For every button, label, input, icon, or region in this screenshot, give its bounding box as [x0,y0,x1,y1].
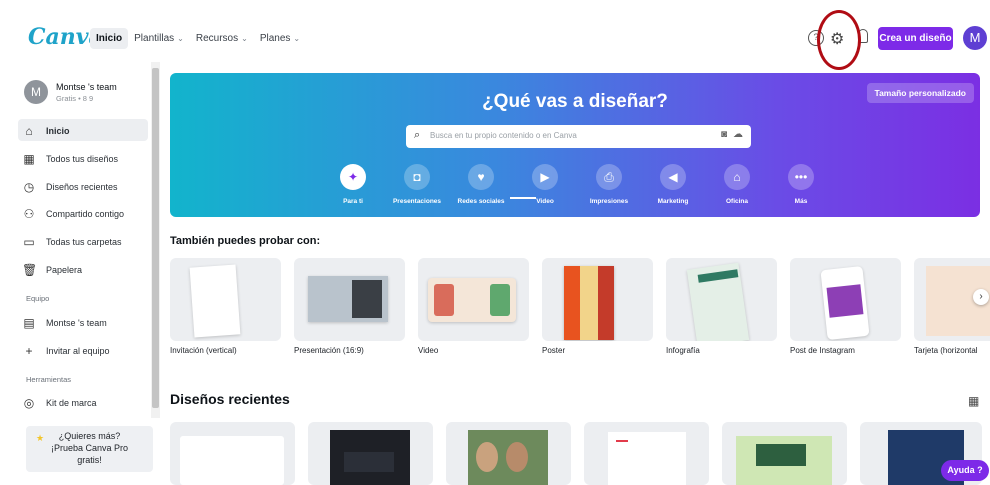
category-mas[interactable]: ••• Más [766,164,836,205]
sidebar-item-team[interactable]: ▤ Montse 's team [22,316,106,330]
template-tile-invitacion[interactable] [170,258,281,341]
nav-planes[interactable]: Planes ⌄ [254,28,306,49]
chevron-down-icon: ⌄ [177,34,184,43]
hero-banner: ¿Qué vas a diseñar? Tamaño personalizado… [170,73,980,217]
recent-design-card[interactable] [170,422,295,485]
upload-cloud-icon[interactable]: ☁ [733,129,743,140]
sidebar-item-papelera[interactable]: 🗑 Papelera [22,263,82,277]
shared-icon: ⚇ [23,207,35,221]
category-redes-sociales[interactable]: ♥ Redes sociales [446,164,516,205]
category-active-underline [510,197,536,199]
camera-icon[interactable]: ◙ [721,129,727,140]
tile-label: Poster [542,346,566,355]
annotation-highlight-circle [817,10,861,70]
recent-design-card[interactable] [446,422,571,485]
suggestions-title: También puedes probar con: [170,235,321,247]
grid-icon: ▦ [23,152,35,166]
tile-label: Post de Instagram [790,346,855,355]
social-heart-icon: ♥ [468,164,494,190]
category-impresiones[interactable]: ⎙ Impresiones [574,164,644,205]
briefcase-icon: ⌂ [724,164,750,190]
clock-icon: ◷ [23,180,35,194]
category-oficina[interactable]: ⌂ Oficina [702,164,772,205]
team-switcher[interactable]: M Montse 's team Gratis • 8 9 [24,80,117,104]
sidebar-item-compartido[interactable]: ⚇ Compartido contigo [22,207,124,221]
team-plan: Gratis • 8 9 [56,93,94,103]
template-tile-poster[interactable] [542,258,653,341]
team-avatar: M [24,80,48,104]
recent-design-card[interactable] [308,422,433,485]
search-icon: ⌕ [414,129,421,141]
custom-size-button[interactable]: Tamaño personalizado [866,83,974,103]
category-para-ti[interactable]: ✦ Para ti [318,164,388,205]
sidebar-section-herramientas: Herramientas [26,375,72,384]
tile-label: Invitación (vertical) [170,346,237,355]
trash-icon: 🗑 [22,263,38,277]
pro-promo-card[interactable]: ★ ¿Quieres más? ¡Prueba Canva Pro gratis… [26,426,153,472]
top-bar: Canva Inicio Plantillas ⌄ Recursos ⌄ Plane… [0,0,990,70]
template-tile-video[interactable] [418,258,529,341]
more-icon: ••• [788,164,814,190]
sidebar-scrollbar-thumb[interactable] [152,68,159,408]
search-input[interactable]: ⌕ Busca en tu propio contenido o en Canv… [406,125,751,148]
sparkle-icon: ✦ [340,164,366,190]
sidebar-item-kit-marca[interactable]: ◎ Kit de marca [22,396,97,410]
megaphone-icon: ◀ [660,164,686,190]
sidebar-item-inicio[interactable]: ⌂ Inicio [22,124,69,138]
nav-recursos[interactable]: Recursos ⌄ [190,28,254,49]
template-tile-instagram[interactable] [790,258,901,341]
sidebar-item-recientes[interactable]: ◷ Diseños recientes [22,180,118,194]
tile-label: Video [418,346,439,355]
presentation-icon: ◘ [404,164,430,190]
video-icon: ▶ [532,164,558,190]
hero-title: ¿Qué vas a diseñar? [482,91,668,112]
tile-label: Tarjeta (horizontal [914,346,978,355]
tile-label: Presentación (16:9) [294,346,364,355]
sidebar-section-equipo: Equipo [26,294,50,303]
sidebar-item-todos-disenos[interactable]: ▦ Todos tus diseños [22,152,118,166]
brand-icon: ◎ [23,396,35,410]
nav-plantillas[interactable]: Plantillas ⌄ [128,28,190,49]
home-icon: ⌂ [25,124,33,138]
recent-designs-title: Diseños recientes [170,391,290,407]
recent-design-card[interactable] [584,422,709,485]
print-icon: ⎙ [596,164,622,190]
category-marketing[interactable]: ◀ Marketing [638,164,708,205]
tile-label: Infografía [666,346,700,355]
help-button[interactable]: Ayuda ? [941,460,989,481]
create-design-button[interactable]: Crea un diseño [878,27,953,50]
team-icon: ▤ [23,316,35,330]
chevron-down-icon: ⌄ [241,34,248,43]
chevron-down-icon: ⌄ [293,34,301,43]
question-icon: ? [977,465,983,475]
grid-view-icon[interactable]: ▦ [968,394,979,408]
avatar[interactable]: M [963,26,987,50]
star-icon: ★ [36,433,45,443]
sidebar-item-invitar[interactable]: + Invitar al equipo [22,344,109,358]
recent-design-card[interactable] [722,422,847,485]
chevron-right-icon[interactable]: › [973,289,989,305]
team-name: Montse 's team [56,81,117,92]
nav-inicio[interactable]: Inicio [90,28,129,49]
main-nav: Inicio Plantillas ⌄ Recursos ⌄ Planes ⌄ [90,28,306,49]
category-presentaciones[interactable]: ◘ Presentaciones [382,164,452,205]
search-placeholder: Busca en tu propio contenido o en Canva [430,131,577,140]
plus-icon: + [25,344,33,358]
folder-icon: ▭ [23,235,35,249]
template-tile-presentacion[interactable] [294,258,405,341]
template-tile-infografia[interactable] [666,258,777,341]
sidebar-item-carpetas[interactable]: ▭ Todas tus carpetas [22,235,121,249]
